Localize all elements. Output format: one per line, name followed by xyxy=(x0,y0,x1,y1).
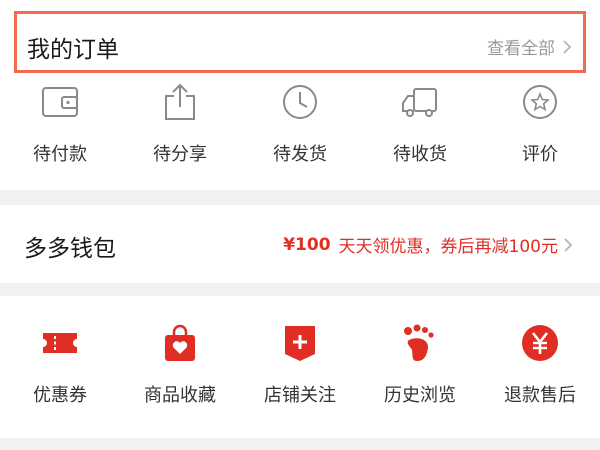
service-item-label: 优惠券 xyxy=(33,385,87,406)
orders-header[interactable]: 我的订单 查看全部 xyxy=(14,11,586,73)
view-all-orders-link[interactable]: 查看全部 xyxy=(487,34,573,59)
order-item-label: 待收货 xyxy=(393,144,447,165)
service-item-label: 历史浏览 xyxy=(384,385,456,406)
share-icon xyxy=(165,83,195,120)
order-status-row: 待付款 待分享 待发货 待收货 评价 xyxy=(0,82,600,182)
orders-title: 我的订单 xyxy=(27,37,119,63)
services-row: 优惠券 商品收藏 店铺关注 历史浏览 退款售后 xyxy=(0,323,600,423)
wallet-promo[interactable]: ¥100 天天领优惠，券后再减100元 xyxy=(283,232,574,257)
store-follow-icon xyxy=(285,326,315,361)
footprint-icon xyxy=(404,324,434,361)
order-item-pending-shipment[interactable]: 待发货 xyxy=(240,82,360,182)
orders-card: 我的订单 查看全部 待付款 待分享 待发货 待收货 评价 xyxy=(0,0,600,190)
service-item-label: 退款售后 xyxy=(504,385,576,406)
service-item-followed-stores[interactable]: 店铺关注 xyxy=(240,323,360,423)
order-item-pending-receipt[interactable]: 待收货 xyxy=(360,82,480,182)
order-item-pending-payment[interactable]: 待付款 xyxy=(0,82,120,182)
service-item-favorites[interactable]: 商品收藏 xyxy=(120,323,240,423)
yuan-circle-icon xyxy=(522,325,558,361)
view-all-label: 查看全部 xyxy=(487,39,555,59)
wallet-icon xyxy=(42,87,78,117)
heart-bag-icon xyxy=(165,324,195,361)
chevron-right-icon xyxy=(564,237,573,252)
service-item-refund[interactable]: 退款售后 xyxy=(480,323,600,423)
chevron-right-icon xyxy=(563,39,572,54)
service-item-label: 商品收藏 xyxy=(144,385,216,406)
order-item-label: 评价 xyxy=(522,144,558,165)
order-item-review[interactable]: 评价 xyxy=(480,82,600,182)
order-item-label: 待发货 xyxy=(273,144,327,165)
coupon-icon xyxy=(43,333,77,353)
order-item-pending-share[interactable]: 待分享 xyxy=(120,82,240,182)
order-item-label: 待分享 xyxy=(153,144,207,165)
wallet-title: 多多钱包 xyxy=(24,236,116,262)
service-item-coupons[interactable]: 优惠券 xyxy=(0,323,120,423)
service-item-label: 店铺关注 xyxy=(264,385,336,406)
star-badge-icon xyxy=(523,85,557,119)
clock-icon xyxy=(283,85,317,119)
promo-amount: ¥100 xyxy=(283,234,331,255)
services-card: 优惠券 商品收藏 店铺关注 历史浏览 退款售后 xyxy=(0,296,600,438)
promo-text: 天天领优惠，券后再减100元 xyxy=(338,237,558,257)
truck-icon xyxy=(402,88,437,117)
order-item-label: 待付款 xyxy=(33,144,87,165)
service-item-history[interactable]: 历史浏览 xyxy=(360,323,480,423)
wallet-card[interactable]: 多多钱包 ¥100 天天领优惠，券后再减100元 xyxy=(0,205,600,283)
